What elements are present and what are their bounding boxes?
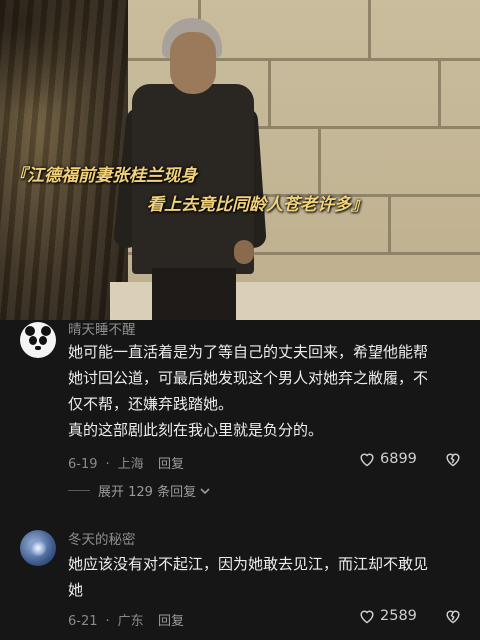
comment-username[interactable]: 冬天的秘密 (68, 528, 136, 548)
broken-heart-icon (446, 610, 460, 624)
like-count: 6899 (380, 451, 417, 467)
comment-location: 广东 (117, 614, 144, 629)
like-button[interactable]: 2589 (358, 608, 417, 624)
video-caption-line2: 看上去竟比同龄人苍老许多』 (147, 195, 368, 215)
comment-date: 6-21 (68, 614, 98, 629)
broken-heart-icon (446, 453, 460, 467)
dislike-button[interactable] (444, 451, 462, 471)
comment-username[interactable]: 晴天睡不醒 (68, 318, 136, 338)
panda-avatar-icon[interactable] (20, 322, 56, 358)
heart-outline-icon (360, 610, 374, 624)
video-frame[interactable]: 『江德福前妻张桂兰现身 看上去竟比同龄人苍老许多』 (0, 0, 480, 320)
expand-replies-button[interactable]: 展开 129 条回复 (68, 481, 211, 500)
reply-button[interactable]: 回复 (158, 453, 184, 472)
comment-body: 她应该没有对不起江，因为她敢去见江，而江却不敢见 她 (68, 555, 429, 599)
video-caption-line1: 『江德福前妻张桂兰现身 (10, 166, 197, 186)
comment-date: 6-19 (68, 457, 98, 472)
like-count: 2589 (380, 608, 417, 624)
reply-button[interactable]: 回复 (158, 610, 184, 629)
heart-outline-icon (360, 453, 374, 467)
blue-orb-avatar-icon[interactable] (20, 530, 56, 566)
comment-meta: 6-19 · 上海 (68, 457, 144, 472)
chevron-down-icon (200, 487, 210, 494)
comment-meta: 6-21 · 广东 (68, 614, 144, 629)
like-button[interactable]: 6899 (358, 451, 417, 467)
dislike-button[interactable] (444, 608, 462, 628)
comment-body: 她可能一直活着是为了等自己的丈夫回来，希望他能帮 她讨回公道，可最后她发现这个男… (68, 343, 429, 439)
comment-location: 上海 (117, 457, 144, 472)
